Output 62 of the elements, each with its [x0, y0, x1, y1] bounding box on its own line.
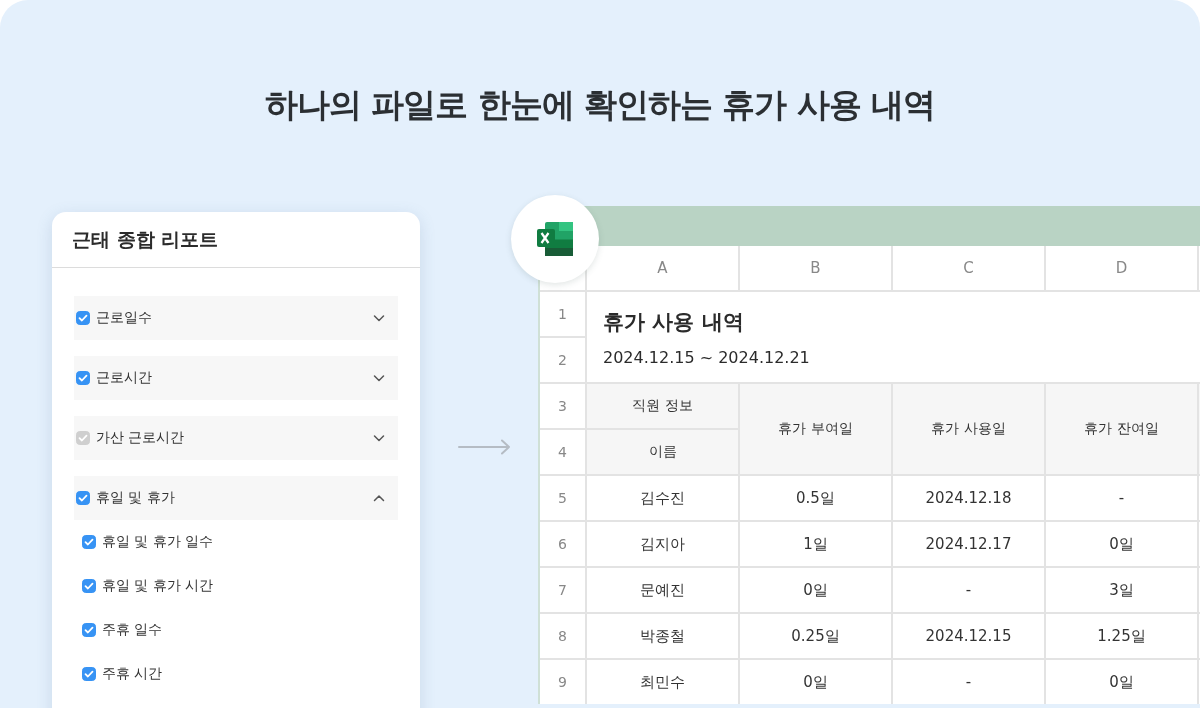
- row-number: 2: [540, 338, 585, 382]
- table-cell: 2024.12.17: [893, 522, 1044, 566]
- option-label: 휴일 및 휴가 시간: [102, 577, 214, 595]
- checkbox[interactable]: [76, 491, 90, 505]
- option-label: 주휴 일수: [102, 621, 163, 639]
- row-number: 8: [540, 614, 585, 658]
- checkbox[interactable]: [76, 371, 90, 385]
- row-number: 3: [540, 384, 585, 428]
- table-header: 휴가 사용일: [893, 384, 1044, 474]
- section-label: 휴일 및 휴가: [96, 489, 176, 507]
- option-label: 휴일 및 휴가 일수: [102, 533, 214, 551]
- spreadsheet-app-icon: [511, 195, 599, 283]
- section-label: 가산 근로시간: [96, 429, 186, 447]
- column-header: C: [893, 246, 1044, 290]
- table-cell: 2024.12.15: [893, 614, 1044, 658]
- section-row[interactable]: 근로시간: [74, 356, 398, 400]
- section-label: 근로시간: [96, 369, 153, 387]
- arrow-icon: [458, 439, 512, 455]
- table-cell: 최민수: [587, 660, 738, 704]
- table-cell: 3일: [1046, 568, 1197, 612]
- table-cell: -: [893, 568, 1044, 612]
- checkbox[interactable]: [82, 667, 96, 681]
- table-cell: 0일: [1046, 660, 1197, 704]
- table-cell: 0.25일: [740, 614, 891, 658]
- row-number: 9: [540, 660, 585, 704]
- row-number: 7: [540, 568, 585, 612]
- row-number: 1: [540, 292, 585, 336]
- column-header: A: [587, 246, 738, 290]
- panel-title: 근태 종합 리포트: [72, 226, 219, 252]
- section-row[interactable]: 휴일 및 휴가: [74, 476, 398, 520]
- table-header: 휴가 부여일: [740, 384, 891, 474]
- table-cell: 0일: [740, 660, 891, 704]
- table-cell: 김지아: [587, 522, 738, 566]
- checkbox[interactable]: [76, 311, 90, 325]
- table-cell: 1일: [740, 522, 891, 566]
- table-cell: 2024.12.18: [893, 476, 1044, 520]
- table-cell: 1.25일: [1046, 614, 1197, 658]
- row-number: 5: [540, 476, 585, 520]
- section-label: 근로일수: [96, 309, 153, 327]
- table-header: 이름: [587, 430, 738, 474]
- table-header: 휴가 잔여일: [1046, 384, 1197, 474]
- table-cell: 0일: [740, 568, 891, 612]
- table-cell: -: [1046, 476, 1197, 520]
- table-header: 직원 정보: [587, 384, 738, 428]
- checkbox[interactable]: [82, 579, 96, 593]
- table-cell: 0.5일: [740, 476, 891, 520]
- sheet-title: 휴가 사용 내역: [603, 308, 744, 336]
- table-cell: 박종철: [587, 614, 738, 658]
- checkbox[interactable]: [82, 535, 96, 549]
- table-cell: 0일: [1046, 522, 1197, 566]
- table-cell: 김수진: [587, 476, 738, 520]
- option-label: 주휴 시간: [102, 665, 163, 683]
- checkbox[interactable]: [82, 623, 96, 637]
- table-cell: 문예진: [587, 568, 738, 612]
- column-header: B: [740, 246, 891, 290]
- section-row[interactable]: 근로일수: [74, 296, 398, 340]
- column-header: D: [1046, 246, 1197, 290]
- table-cell: -: [893, 660, 1044, 704]
- date-range: 2024.12.15 ~ 2024.12.21: [603, 347, 810, 367]
- row-number: 4: [540, 430, 585, 474]
- row-number: 6: [540, 522, 585, 566]
- headline: 하나의 파일로 한눈에 확인하는 휴가 사용 내역: [264, 84, 936, 126]
